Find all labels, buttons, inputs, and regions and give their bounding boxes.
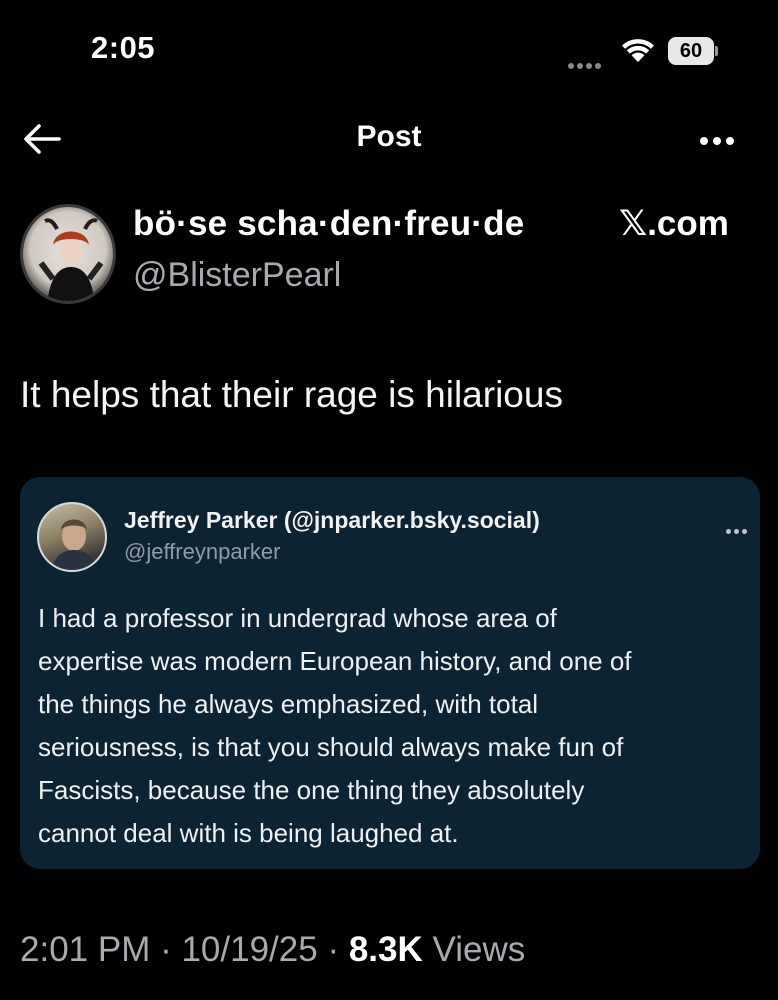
meta-separator: ·: [317, 930, 349, 969]
post-time: 2:01 PM: [20, 930, 151, 969]
site-badge: 𝕏.com: [619, 204, 729, 243]
quoted-more-icon[interactable]: [726, 521, 752, 534]
author-avatar[interactable]: [20, 204, 116, 304]
battery-icon: 60: [668, 37, 718, 65]
quoted-text-line: expertise was modern European history, a…: [38, 646, 632, 676]
status-time: 2:05: [91, 30, 156, 65]
views-label[interactable]: Views: [433, 930, 526, 969]
wifi-icon: [622, 39, 654, 62]
quoted-post-text: I had a professor in undergrad whose are…: [38, 597, 743, 855]
meta-separator: ·: [150, 930, 182, 969]
quoted-text-line: Fascists, because the one thing they abs…: [38, 775, 585, 805]
post-date: 10/19/25: [181, 930, 318, 969]
more-horizontal-icon[interactable]: [700, 132, 742, 145]
quoted-text-line: I had a professor in undergrad whose are…: [38, 603, 557, 633]
quoted-author-handle[interactable]: @jeffreynparker: [124, 539, 280, 565]
status-bar: 2:05 60: [0, 0, 778, 100]
quoted-text-line: cannot deal with is being laughed at.: [38, 818, 459, 848]
quoted-author-name[interactable]: Jeffrey Parker (@jnparker.bsky.social): [124, 507, 540, 534]
author-handle[interactable]: @BlisterPearl: [133, 256, 341, 295]
views-count[interactable]: 8.3K: [349, 930, 423, 969]
battery-level: 60: [668, 37, 714, 65]
quoted-text-line: seriousness, is that you should always m…: [38, 732, 624, 762]
quoted-author-avatar[interactable]: [37, 502, 107, 572]
quoted-post-card[interactable]: Jeffrey Parker (@jnparker.bsky.social) @…: [20, 477, 760, 869]
cellular-signal-icon: [568, 56, 608, 69]
quoted-text-line: the things he always emphasized, with to…: [38, 689, 539, 719]
nav-bar: Post: [0, 100, 778, 180]
post-meta: 2:01 PM · 10/19/25 · 8.3K Views: [20, 930, 525, 970]
author-display-name[interactable]: bö·se scha·den·freu·de: [133, 204, 524, 244]
post-text: It helps that their rage is hilarious: [20, 374, 563, 415]
page-title: Post: [356, 120, 422, 153]
